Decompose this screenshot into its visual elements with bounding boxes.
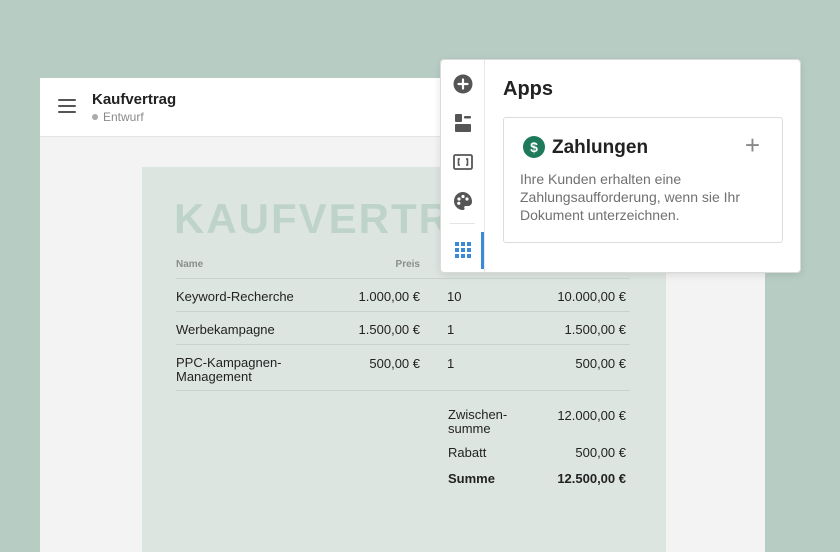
- app-name: Zahlungen: [552, 137, 649, 158]
- row-total: 10.000,00 €: [557, 289, 626, 304]
- column-header-name: Name: [176, 259, 204, 270]
- discount-value[interactable]: 500,00 €: [526, 445, 626, 460]
- row-quantity[interactable]: 10: [447, 289, 461, 304]
- active-tab-indicator: [481, 232, 484, 269]
- divider: [176, 344, 630, 345]
- divider: [176, 311, 630, 312]
- frame-icon[interactable]: [452, 151, 474, 173]
- divider: [176, 390, 630, 391]
- row-total: 500,00 €: [575, 356, 626, 371]
- row-quantity[interactable]: 1: [447, 356, 454, 371]
- row-name[interactable]: PPC-Kampagnen-Management: [176, 356, 294, 384]
- app-card-payments[interactable]: $ Zahlungen + Ihre Kunden erhalten eine …: [503, 117, 783, 243]
- document-title[interactable]: Kaufvertrag: [92, 91, 176, 108]
- row-name[interactable]: Keyword-Recherche: [176, 289, 294, 304]
- status-label: Entwurf: [103, 110, 144, 124]
- plus-circle-icon[interactable]: [452, 73, 474, 95]
- apps-panel: Apps $ Zahlungen + Ihre Kunden erhalten …: [440, 59, 801, 273]
- panel-toolbar: [441, 60, 485, 272]
- content-blocks-icon[interactable]: [452, 112, 474, 134]
- palette-icon[interactable]: [452, 190, 474, 212]
- subtotal-label: Zwischen-summe: [448, 407, 508, 436]
- dollar-icon: $: [523, 136, 545, 158]
- row-total: 1.500,00 €: [564, 322, 626, 337]
- apps-grid-icon[interactable]: [452, 239, 474, 261]
- hamburger-menu-icon[interactable]: [58, 99, 76, 115]
- row-quantity[interactable]: 1: [447, 322, 454, 337]
- column-header-price: Preis: [395, 259, 420, 270]
- row-price[interactable]: 1.000,00 €: [332, 289, 420, 304]
- add-app-button[interactable]: +: [745, 132, 760, 158]
- panel-title: Apps: [503, 78, 553, 100]
- status-dot-icon: [92, 114, 98, 120]
- document-status: Entwurf: [92, 110, 144, 124]
- app-description: Ihre Kunden erhalten eine Zahlungsauffor…: [520, 171, 740, 223]
- discount-label: Rabatt: [448, 445, 487, 460]
- row-name[interactable]: Werbekampagne: [176, 322, 275, 337]
- sum-value: 12.500,00 €: [557, 471, 626, 486]
- subtotal-value: 12.000,00 €: [557, 408, 626, 423]
- row-price[interactable]: 500,00 €: [332, 356, 420, 371]
- divider: [176, 278, 630, 279]
- row-price[interactable]: 1.500,00 €: [332, 322, 420, 337]
- sum-label: Summe: [448, 471, 495, 486]
- toolbar-divider: [450, 223, 475, 224]
